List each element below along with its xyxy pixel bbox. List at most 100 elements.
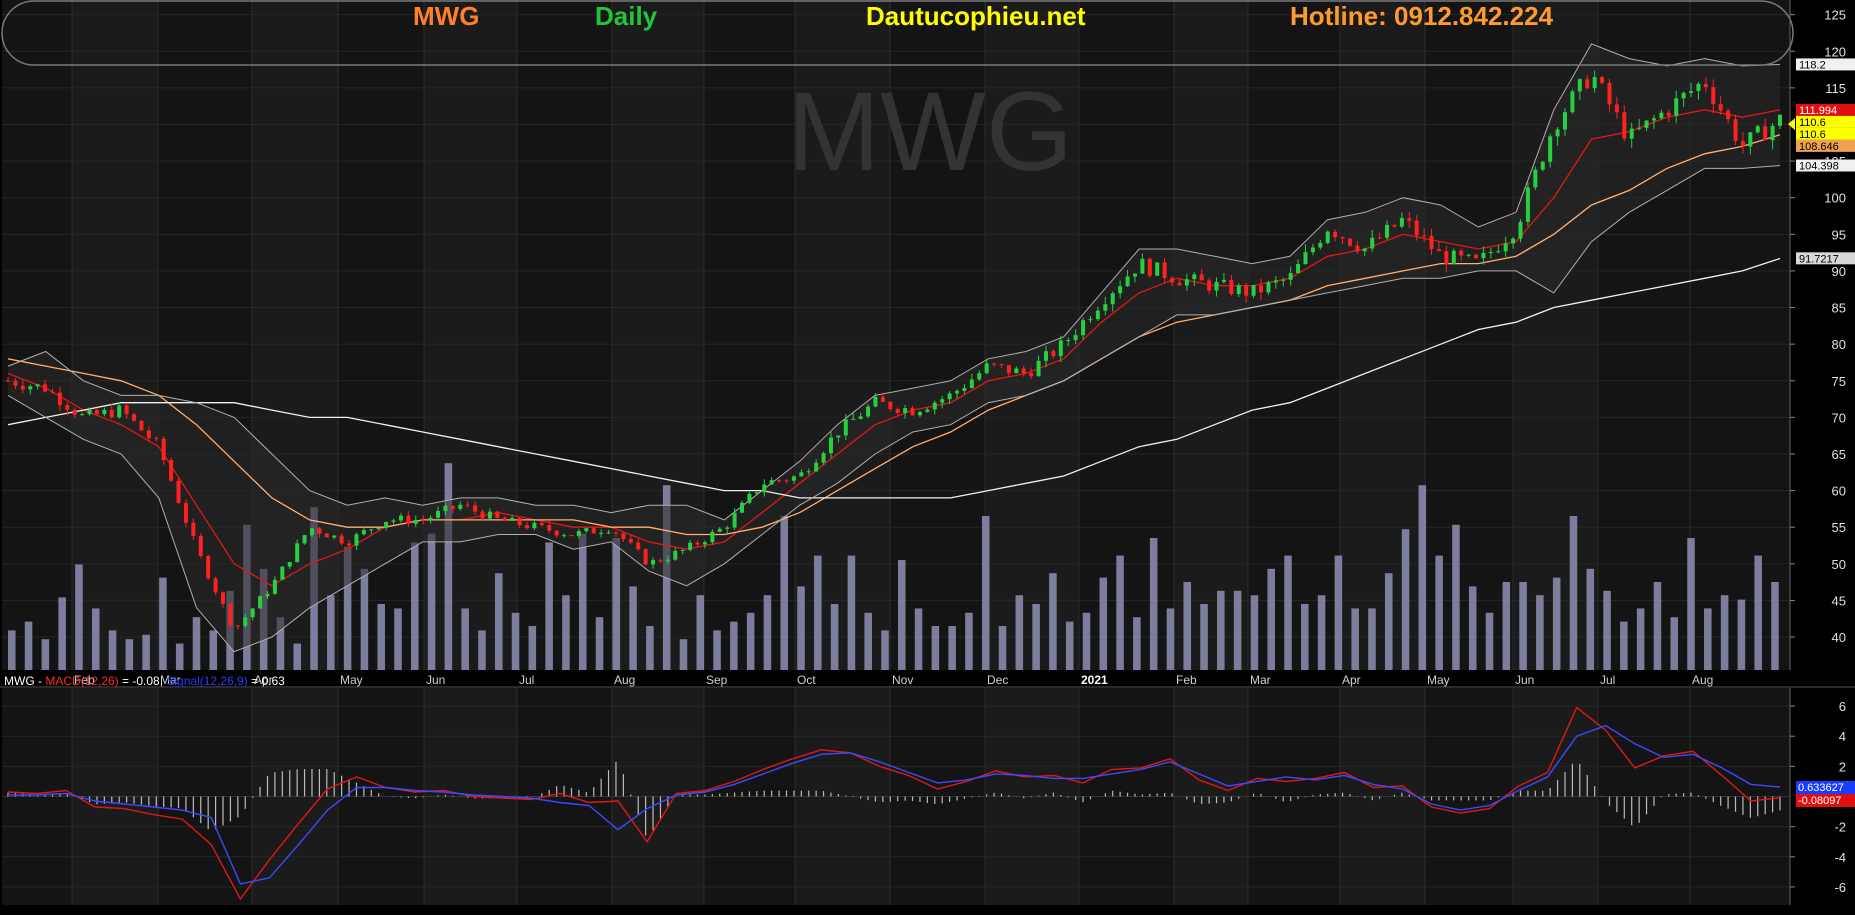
candle-body <box>658 560 663 562</box>
price-tick-label: 55 <box>1832 520 1846 535</box>
candle-body <box>436 510 441 518</box>
volume-bar <box>881 630 889 670</box>
candle-body <box>1459 250 1464 256</box>
volume-bar <box>1233 590 1242 670</box>
candle-body <box>1229 279 1234 295</box>
candle-body <box>947 393 952 400</box>
candle-body <box>1006 365 1011 374</box>
candle-body <box>591 528 596 534</box>
candle-body <box>1644 120 1649 128</box>
candle-body <box>932 402 937 410</box>
volume-bar <box>1049 573 1057 670</box>
x-tick-label: Feb <box>1176 673 1197 687</box>
volume-bar <box>360 568 369 670</box>
candle-body <box>524 525 529 529</box>
x-tick-label: 2021 <box>1081 673 1108 687</box>
candle-body <box>539 522 544 526</box>
volume-bar <box>1065 621 1074 670</box>
candle-body <box>347 543 352 546</box>
candle-body <box>1325 231 1330 243</box>
price-tick-label: 45 <box>1832 593 1846 608</box>
candle-body <box>1540 161 1545 170</box>
candle-body <box>1726 110 1731 120</box>
x-tick-label: Oct <box>797 673 816 687</box>
candle-body <box>1244 285 1249 296</box>
candle-body <box>1637 127 1642 129</box>
volume-bar <box>1435 555 1443 670</box>
candle-body <box>339 535 344 544</box>
candle-body <box>1333 231 1338 238</box>
volume-bar <box>1468 586 1477 670</box>
header-site: Dautucophieu.net <box>866 1 1086 31</box>
candle-body <box>1310 247 1315 253</box>
candle-body <box>243 617 248 626</box>
candle-body <box>1577 79 1582 92</box>
candle-body <box>72 409 77 415</box>
candle-body <box>1414 220 1419 236</box>
candle-body <box>1347 238 1352 246</box>
x-tick-label: Jun <box>426 673 445 687</box>
candle-body <box>510 517 515 521</box>
volume-bar <box>1099 577 1108 670</box>
candle-body <box>643 549 648 565</box>
candle-body <box>124 405 129 415</box>
candle-body <box>747 493 752 503</box>
candle-body <box>1407 218 1412 221</box>
candle-body <box>324 533 329 538</box>
candle-body <box>1451 250 1456 265</box>
candle-body <box>1318 242 1323 248</box>
candle-body <box>384 521 389 528</box>
candle-body <box>1570 91 1575 113</box>
candle-body <box>183 503 188 523</box>
volume-bar <box>998 626 1007 670</box>
candle-body <box>235 625 240 627</box>
volume-bar <box>679 639 688 670</box>
header-symbol: MWG <box>413 1 479 31</box>
volume-bar <box>1015 595 1024 670</box>
candle-body <box>1095 310 1100 320</box>
candle-body <box>495 511 500 518</box>
candle-body <box>717 528 722 532</box>
candle-body <box>109 409 114 418</box>
volume-bar <box>931 626 940 670</box>
volume-bar <box>159 577 167 670</box>
candle-body <box>740 502 745 513</box>
volume-bar <box>847 555 856 670</box>
candle-body <box>1503 243 1508 252</box>
price-tick-label: 115 <box>1825 81 1846 96</box>
candle-body <box>57 392 62 406</box>
candle-body <box>940 399 945 403</box>
candle-body <box>1733 119 1738 142</box>
price-value-text: 111.994 <box>1799 105 1837 117</box>
candle-body <box>80 414 85 416</box>
x-tick-label: Nov <box>892 673 913 687</box>
candle-body <box>421 519 426 521</box>
chart-canvas: MWG Feb Mar Apr May Jun Jul Aug Sep Oct Nov Dec 202… <box>0 0 1855 905</box>
volume-bar <box>1653 582 1662 670</box>
candle-body <box>1251 285 1256 296</box>
candle-body <box>688 542 693 550</box>
candle-body <box>1711 87 1716 105</box>
candle-body <box>272 579 277 594</box>
volume-bar <box>898 560 906 670</box>
candle-body <box>784 480 789 482</box>
candle-body <box>977 373 982 380</box>
candle-body <box>828 437 833 454</box>
candle-body <box>1207 280 1212 291</box>
candle-body <box>391 520 396 522</box>
candle-body <box>1370 237 1375 249</box>
candle-body <box>465 504 470 506</box>
price-tick-label: 80 <box>1832 337 1846 352</box>
candle-body <box>925 409 930 412</box>
price-tick-label: 85 <box>1832 301 1846 316</box>
candle-body <box>1103 304 1108 311</box>
candle-body <box>777 480 782 482</box>
candle-body <box>1385 224 1390 238</box>
candle-body <box>569 535 574 537</box>
month-band <box>424 0 517 670</box>
volume-bar <box>1452 524 1460 670</box>
candle-body <box>1444 251 1449 265</box>
x-tick-label: May <box>340 673 363 687</box>
candle-body <box>1555 129 1560 137</box>
volume-bar <box>713 630 721 670</box>
